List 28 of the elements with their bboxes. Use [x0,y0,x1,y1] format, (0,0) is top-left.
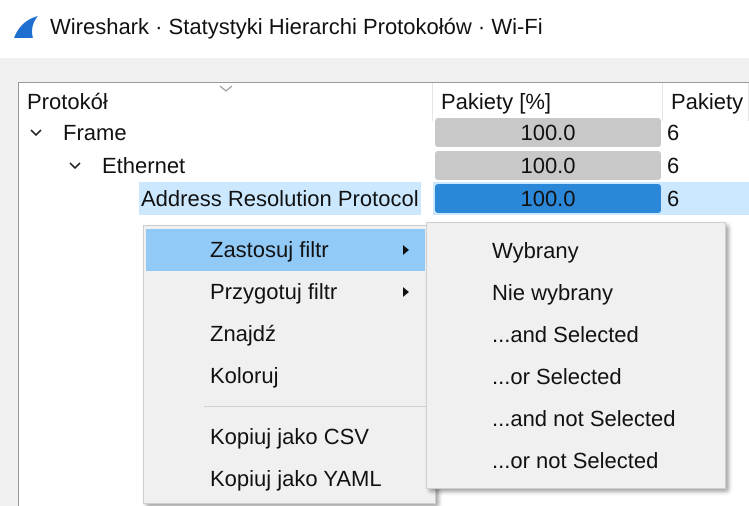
fin-icon [12,15,40,39]
menu-item[interactable]: Koloruj [146,355,425,397]
menu-item[interactable]: ...and Selected [427,314,725,356]
menu-item[interactable]: Zastosuj filtr [146,229,425,271]
sort-icon [219,85,233,92]
tree-item[interactable]: Address Resolution Protocol [139,182,421,215]
menu-item[interactable]: Nie wybrany [427,272,725,314]
column-header-label: Protokół [26,89,108,115]
percent-value: 100.0 [520,152,576,178]
chevron-icon[interactable] [68,162,82,170]
window-title: Wireshark · Statystyki Hierarchi Protokołów · Wi-Fi [50,14,543,40]
table-cell: 6 [667,186,680,212]
table-cell: 6 [667,120,680,146]
menu-item[interactable]: Przygotuj filtr [146,271,425,313]
menu-item[interactable]: Wybrany [427,230,725,272]
menu-item[interactable]: Znajdź [146,313,425,355]
table-cell: 6 [667,152,680,178]
chevron-icon[interactable] [29,128,43,136]
tree-item[interactable]: Ethernet [100,149,188,182]
column-header[interactable]: Pakiety [663,83,749,121]
menu-item[interactable]: ...or not Selected [427,440,725,482]
menu-item[interactable]: ...and not Selected [427,398,725,440]
tree-item[interactable]: Frame [61,116,129,149]
menu-item[interactable]: ...or Selected [427,356,725,398]
percent-value: 100.0 [520,186,576,212]
menu-item[interactable]: Kopiuj jako CSV [146,416,425,458]
menu-item[interactable]: Kopiuj jako YAML [146,458,425,500]
percent-value: 100.0 [520,120,576,146]
